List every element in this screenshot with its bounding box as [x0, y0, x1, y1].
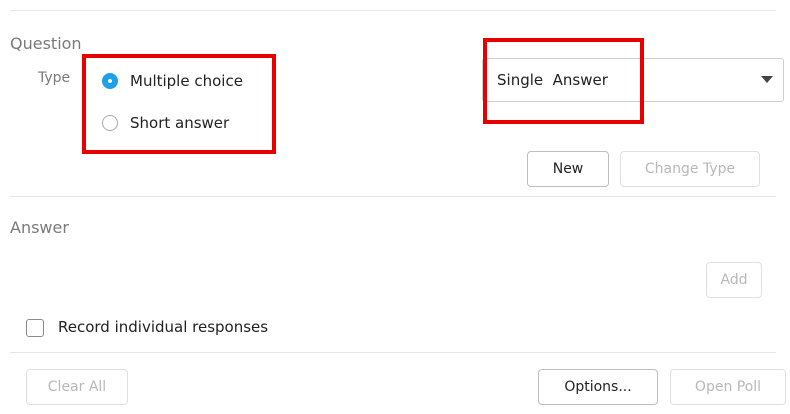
radio-multiple-choice-label: Multiple choice — [130, 72, 243, 90]
question-answer-divider — [10, 196, 776, 197]
radio-checked-icon[interactable] — [102, 73, 118, 89]
highlight-type-options — [82, 54, 276, 154]
radio-short-answer-label: Short answer — [130, 114, 230, 132]
answer-mode-select[interactable]: Single Answer — [482, 58, 784, 102]
answer-mode-value: Single Answer — [497, 71, 608, 89]
top-divider — [10, 10, 776, 11]
question-section-label: Question — [10, 34, 82, 53]
footer-divider — [10, 352, 776, 353]
radio-unchecked-icon[interactable] — [102, 115, 118, 131]
change-type-button[interactable]: Change Type — [620, 151, 760, 187]
options-button[interactable]: Options... — [538, 369, 658, 405]
new-button[interactable]: New — [527, 151, 609, 187]
chevron-down-icon[interactable] — [761, 76, 773, 83]
open-poll-button[interactable]: Open Poll — [670, 369, 786, 405]
clear-all-button[interactable]: Clear All — [26, 369, 128, 405]
record-responses-label: Record individual responses — [58, 318, 269, 336]
radio-multiple-choice[interactable]: Multiple choice — [102, 72, 243, 90]
type-label: Type — [38, 70, 71, 86]
record-responses-checkbox[interactable] — [26, 319, 44, 337]
add-button[interactable]: Add — [706, 262, 762, 298]
radio-short-answer[interactable]: Short answer — [102, 114, 229, 132]
answer-section-label: Answer — [10, 218, 69, 237]
